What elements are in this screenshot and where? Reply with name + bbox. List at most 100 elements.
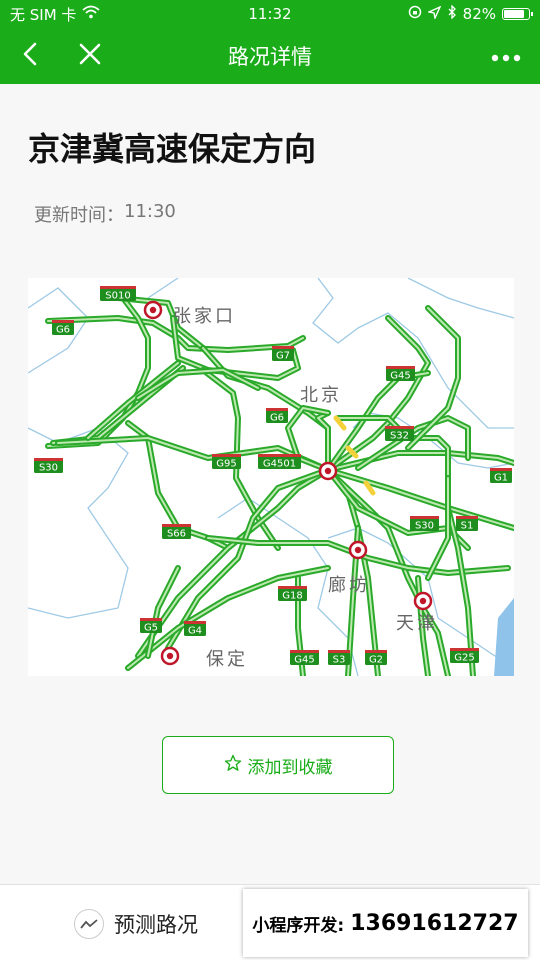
city-marker[interactable]: 天津	[396, 591, 438, 634]
highway-shield-label: G4	[188, 626, 202, 637]
highway-shield-band	[162, 524, 191, 527]
highway-shield-label: G5	[144, 623, 158, 634]
highway-shield: S3	[328, 650, 350, 666]
highway-shield-band	[410, 516, 439, 519]
wifi-icon	[82, 5, 101, 23]
city-pin-dot	[324, 467, 332, 475]
highway-shield-band	[328, 650, 350, 653]
highway-shield-label: G1	[494, 473, 508, 484]
highway-shield: G6	[266, 408, 288, 424]
city-pin-dot	[166, 652, 174, 660]
highway-shield-band	[456, 516, 478, 519]
sea-area	[494, 598, 514, 676]
city-label: 张家口	[173, 306, 236, 327]
highway-shield: G1	[490, 468, 512, 484]
highway-shield-band	[258, 454, 301, 457]
highway-shield-label: G18	[282, 591, 302, 602]
back-button[interactable]	[0, 28, 60, 84]
city-pin-dot	[419, 597, 427, 605]
highway-shield-label: G6	[270, 413, 284, 424]
lock-rotation-icon	[408, 5, 422, 23]
location-icon	[426, 5, 442, 23]
update-time-row: 更新时间： 11:30	[34, 201, 176, 227]
highway-segment	[315, 410, 331, 473]
close-button[interactable]	[60, 28, 120, 84]
city-marker[interactable]: 保定	[160, 646, 248, 670]
highway-shield-band	[212, 454, 241, 457]
highway-shield-band	[184, 621, 206, 624]
highway-shield: G5	[140, 618, 162, 634]
highway-shield: G45	[386, 366, 415, 382]
bluetooth-icon	[447, 4, 457, 23]
highway-shield-label: S1	[461, 521, 474, 532]
highway-shield-band	[386, 366, 415, 369]
city-label: 天津	[396, 613, 438, 634]
highway-shield-label: G25	[454, 653, 474, 664]
highway-shield-band	[290, 650, 319, 653]
status-bar: 无 SIM 卡 11:32 82%	[0, 0, 540, 28]
highway-shield: G18	[278, 586, 307, 602]
navigation-bar: 路况详情	[0, 28, 540, 84]
update-time-value: 11:30	[124, 201, 176, 222]
highway-shield-label: S32	[390, 431, 409, 442]
battery-percent: 82%	[462, 5, 496, 23]
highway-shield-label: G2	[369, 655, 383, 666]
highway-shield-label: S66	[167, 529, 186, 540]
route-title: 京津冀高速保定方向	[28, 130, 317, 168]
highway-shield: G7	[272, 346, 294, 362]
highway-shield-label: G95	[216, 459, 236, 470]
star-icon	[224, 754, 242, 777]
highway-shield-label: S30	[415, 521, 434, 532]
highway-shield-band	[385, 426, 414, 429]
highway-shield-label: G7	[276, 351, 290, 362]
city-label: 保定	[206, 649, 248, 670]
highway-shield-label: G45	[294, 655, 314, 666]
predict-traffic-button[interactable]: 预测路况	[74, 909, 198, 939]
highway-shield-band	[450, 648, 479, 651]
more-dots-icon	[491, 47, 521, 66]
highway-shield: G2	[365, 650, 387, 666]
highway-shield-band	[34, 458, 63, 461]
promo-banner: 小程序开发: 13691612727	[243, 889, 528, 957]
highway-shield-band	[140, 618, 162, 621]
highway-shield: G4	[184, 621, 206, 637]
highway-shield-label: S010	[105, 291, 130, 302]
trend-icon	[74, 909, 104, 939]
highway-shield-label: S3	[333, 655, 346, 666]
highway-shield-band	[278, 586, 307, 589]
traffic-map[interactable]: 张家口北京廊坊天津保定 S010 G6 G7 G45 G6 S32 S30 G95 G4501 G…	[28, 278, 514, 676]
highway-shield: G6	[52, 320, 74, 336]
highway-shield: S32	[385, 426, 414, 442]
highway-shield: S010	[100, 286, 136, 302]
highway-shield: S30	[410, 516, 439, 532]
predict-traffic-label: 预测路况	[114, 913, 198, 937]
highway-shield-label: G6	[56, 325, 70, 336]
add-favorite-label: 添加到收藏	[247, 757, 333, 778]
highway-shield: S66	[162, 524, 191, 540]
city-pin-dot	[149, 306, 157, 314]
highway-shield-label: G4501	[263, 459, 296, 470]
city-label: 廊坊	[328, 575, 370, 596]
chevron-left-icon	[22, 42, 38, 70]
close-icon	[79, 43, 101, 69]
highway-shield: G95	[212, 454, 241, 470]
highway-shield: G25	[450, 648, 479, 664]
promo-label: 小程序开发:	[252, 915, 345, 936]
highway-shield: G45	[290, 650, 319, 666]
traffic-map-canvas: 张家口北京廊坊天津保定 S010 G6 G7 G45 G6 S32 S30 G95 G4501 G…	[28, 278, 514, 676]
highway-shield-label: S30	[39, 463, 58, 474]
city-label: 北京	[300, 385, 342, 406]
more-button[interactable]	[486, 46, 526, 66]
city-pin-dot	[354, 546, 362, 554]
highway-shield-band	[365, 650, 387, 653]
highway-shield: G4501	[258, 454, 301, 470]
add-favorite-button[interactable]: 添加到收藏	[162, 736, 394, 794]
update-time-label: 更新时间：	[34, 205, 124, 226]
promo-phone: 13691612727	[350, 910, 519, 936]
highway-shield-band	[52, 320, 74, 323]
province-borders	[28, 278, 514, 676]
highway-shield-band	[272, 346, 294, 349]
highway-shield: S30	[34, 458, 63, 474]
highway-shield-band	[490, 468, 512, 471]
highway-shield-label: G45	[390, 371, 410, 382]
